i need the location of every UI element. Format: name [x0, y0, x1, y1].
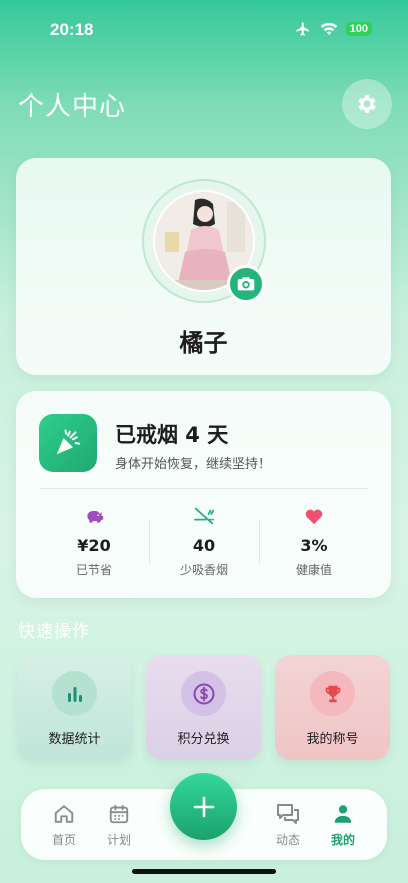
stat-value: 3% — [300, 536, 328, 555]
no-smoking-icon — [194, 507, 214, 525]
tab-me[interactable]: 我的 — [318, 802, 368, 848]
tab-home[interactable]: 首页 — [39, 802, 89, 848]
divider — [39, 488, 369, 489]
camera-button[interactable] — [227, 265, 265, 303]
stat-label: 少吸香烟 — [179, 563, 228, 577]
dollar-coin-icon — [181, 671, 226, 716]
piggy-bank-icon — [87, 510, 104, 523]
camera-icon — [237, 277, 255, 291]
tab-label: 动态 — [275, 833, 300, 847]
stat-label: 已节省 — [75, 563, 112, 577]
add-button[interactable] — [170, 773, 237, 840]
person-icon — [334, 805, 352, 823]
tab-feed[interactable]: 动态 — [263, 802, 313, 848]
tab-label: 我的 — [330, 833, 355, 847]
status-icons: 100 — [294, 21, 372, 37]
airplane-icon — [295, 22, 309, 36]
home-icon — [54, 805, 74, 823]
heart-icon — [305, 509, 323, 525]
profile-card: 橘子 — [16, 158, 391, 375]
gear-icon — [358, 95, 376, 113]
quit-subtitle: 身体开始恢复，继续坚持！ — [115, 457, 272, 472]
quick-action-label: 数据统计 — [48, 732, 101, 747]
quick-action-statistics[interactable]: 数据统计 — [17, 655, 132, 760]
quick-action-label: 积分兑换 — [177, 732, 230, 747]
stat-health: 3% 健康值 — [259, 506, 369, 577]
stat-cigarettes-avoided: 40 少吸香烟 — [149, 506, 259, 577]
stats-row: ¥20 已节省 40 少吸香烟 3% 健康值 — [39, 506, 369, 577]
stat-value: ¥20 — [77, 536, 111, 555]
stat-value: 40 — [192, 536, 216, 555]
quit-days-title: 已戒烟 4 天 — [115, 423, 229, 447]
wifi-icon — [320, 22, 337, 35]
calendar-icon — [109, 804, 129, 824]
username: 橘子 — [179, 329, 228, 357]
plus-icon — [193, 796, 214, 817]
status-bar: 20:18 100 — [0, 0, 408, 60]
quick-action-my-title[interactable]: 我的称号 — [275, 655, 390, 760]
tab-label: 首页 — [51, 833, 76, 847]
quit-progress-card: 已戒烟 4 天 身体开始恢复，继续坚持！ ¥20 已节省 40 少吸香烟 3% … — [16, 391, 391, 598]
bar-chart-icon — [52, 671, 97, 716]
stat-money-saved: ¥20 已节省 — [39, 506, 149, 577]
celebration-icon — [39, 414, 97, 472]
chat-icon — [277, 804, 299, 824]
status-time: 20:18 — [50, 20, 94, 39]
quick-action-label: 我的称号 — [306, 732, 359, 747]
page-title: 个人中心 — [18, 92, 127, 122]
section-title: 快速操作 — [18, 622, 90, 642]
settings-button[interactable] — [342, 79, 392, 129]
trophy-icon — [310, 671, 355, 716]
tab-label: 计划 — [106, 833, 131, 847]
home-indicator — [132, 869, 276, 874]
stat-label: 健康值 — [295, 563, 332, 577]
battery-indicator: 100 — [345, 22, 372, 36]
quick-action-points-exchange[interactable]: 积分兑换 — [146, 655, 261, 760]
tab-plan[interactable]: 计划 — [94, 802, 144, 848]
